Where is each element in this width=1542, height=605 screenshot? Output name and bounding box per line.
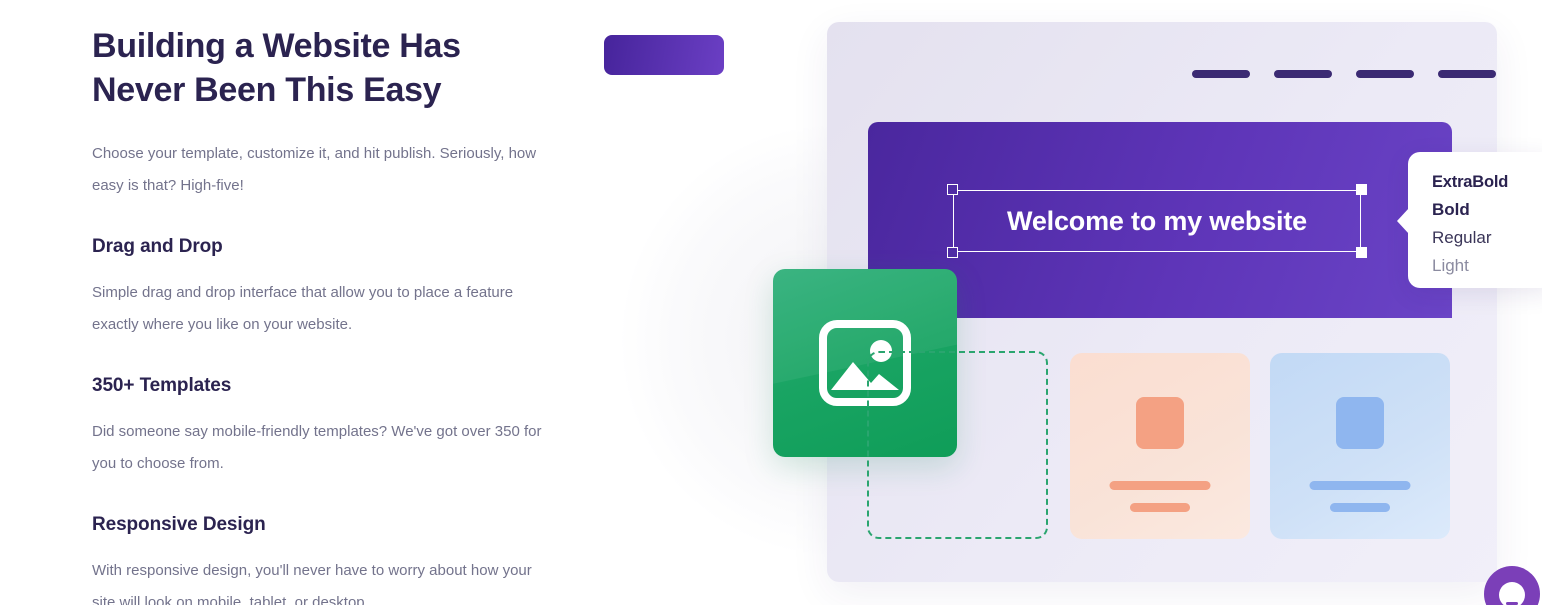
resize-handle-bottom-left[interactable] bbox=[947, 247, 958, 258]
intro-paragraph: Choose your template, customize it, and … bbox=[92, 145, 537, 195]
card-icon-placeholder bbox=[1336, 397, 1384, 449]
card-text-line bbox=[1109, 481, 1211, 490]
feature-description: Simple drag and drop interface that allo… bbox=[92, 284, 514, 334]
nav-link-item[interactable] bbox=[1192, 70, 1250, 78]
font-option-regular[interactable]: Regular bbox=[1432, 224, 1542, 252]
feature-title: Responsive Design bbox=[92, 514, 266, 536]
content-card-blue[interactable] bbox=[1270, 353, 1450, 539]
feature-title: 350+ Templates bbox=[92, 375, 232, 397]
card-text-line bbox=[1130, 503, 1190, 512]
page-root: Building a Website Has Never Been This E… bbox=[0, 0, 1542, 605]
feature-title: Drag and Drop bbox=[92, 236, 223, 258]
logo-placeholder bbox=[604, 35, 724, 75]
feature-templates: 350+ Templates Did someone say mobile-fr… bbox=[92, 375, 562, 480]
feature-description: With responsive design, you'll never hav… bbox=[92, 562, 532, 605]
feature-text-column: Building a Website Has Never Been This E… bbox=[92, 0, 562, 605]
font-weight-dropdown[interactable]: ExtraBold Bold Regular Light bbox=[1397, 152, 1542, 288]
nav-link-item[interactable] bbox=[1438, 70, 1496, 78]
feature-drag-and-drop: Drag and Drop Simple drag and drop inter… bbox=[92, 236, 562, 341]
chat-icon bbox=[1499, 582, 1525, 605]
text-selection-box[interactable]: Welcome to my website bbox=[947, 184, 1367, 258]
font-option-bold[interactable]: Bold bbox=[1432, 196, 1542, 224]
feature-responsive-design: Responsive Design With responsive design… bbox=[92, 514, 562, 605]
card-text-line bbox=[1330, 503, 1390, 512]
resize-handle-top-left[interactable] bbox=[947, 184, 958, 195]
card-text-line bbox=[1309, 481, 1411, 490]
feature-description: Did someone say mobile-friendly template… bbox=[92, 423, 542, 473]
content-card-peach[interactable] bbox=[1070, 353, 1250, 539]
nav-link-item[interactable] bbox=[1274, 70, 1332, 78]
nav-link-item[interactable] bbox=[1356, 70, 1414, 78]
nav-links-placeholder bbox=[1192, 70, 1496, 78]
font-option-extrabold[interactable]: ExtraBold bbox=[1432, 168, 1542, 196]
hero-heading-text: Welcome to my website bbox=[1007, 205, 1307, 236]
card-icon-placeholder bbox=[1136, 397, 1184, 449]
font-option-light[interactable]: Light bbox=[1432, 252, 1542, 280]
page-title: Building a Website Has Never Been This E… bbox=[92, 27, 461, 110]
resize-handle-top-right[interactable] bbox=[1356, 184, 1367, 195]
resize-handle-bottom-right[interactable] bbox=[1356, 247, 1367, 258]
drop-zone-placeholder[interactable] bbox=[867, 351, 1048, 539]
